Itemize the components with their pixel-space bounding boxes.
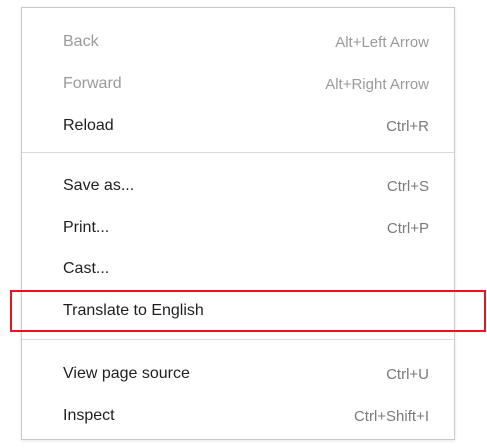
menu-item-reload[interactable]: Reload Ctrl+R	[22, 108, 454, 144]
menu-separator	[22, 339, 454, 340]
menu-item-label: Print...	[63, 219, 110, 236]
menu-separator	[22, 152, 454, 153]
menu-item-cast[interactable]: Cast...	[22, 251, 454, 287]
menu-item-shortcut: Ctrl+R	[386, 117, 429, 135]
menu-item-label: Back	[63, 33, 99, 50]
menu-item-view-page-source[interactable]: View page source Ctrl+U	[22, 356, 454, 392]
menu-item-label: Translate to English	[63, 302, 204, 319]
menu-item-label: Cast...	[63, 260, 110, 277]
screenshot-stage: Back Alt+Left Arrow Forward Alt+Right Ar…	[0, 0, 487, 448]
menu-item-shortcut: Ctrl+P	[386, 219, 429, 237]
menu-item-shortcut: Alt+Left Arrow	[335, 33, 429, 51]
menu-item-back[interactable]: Back Alt+Left Arrow	[22, 24, 454, 60]
menu-item-shortcut: Ctrl+S	[386, 177, 429, 195]
menu-item-label: Forward	[63, 75, 122, 92]
menu-item-translate[interactable]: Translate to English	[22, 293, 454, 329]
menu-item-save-as[interactable]: Save as... Ctrl+S	[22, 168, 454, 204]
menu-item-inspect[interactable]: Inspect Ctrl+Shift+I	[22, 398, 454, 434]
menu-item-label: View page source	[63, 365, 190, 382]
menu-item-print[interactable]: Print... Ctrl+P	[22, 210, 454, 246]
menu-item-forward[interactable]: Forward Alt+Right Arrow	[22, 66, 454, 102]
menu-item-label: Reload	[63, 117, 114, 134]
context-menu: Back Alt+Left Arrow Forward Alt+Right Ar…	[21, 7, 455, 440]
menu-item-shortcut: Alt+Right Arrow	[325, 75, 429, 93]
menu-item-shortcut: Ctrl+U	[386, 365, 429, 383]
menu-item-label: Save as...	[63, 177, 135, 194]
menu-item-label: Inspect	[63, 407, 115, 424]
menu-item-shortcut: Ctrl+Shift+I	[353, 407, 429, 425]
